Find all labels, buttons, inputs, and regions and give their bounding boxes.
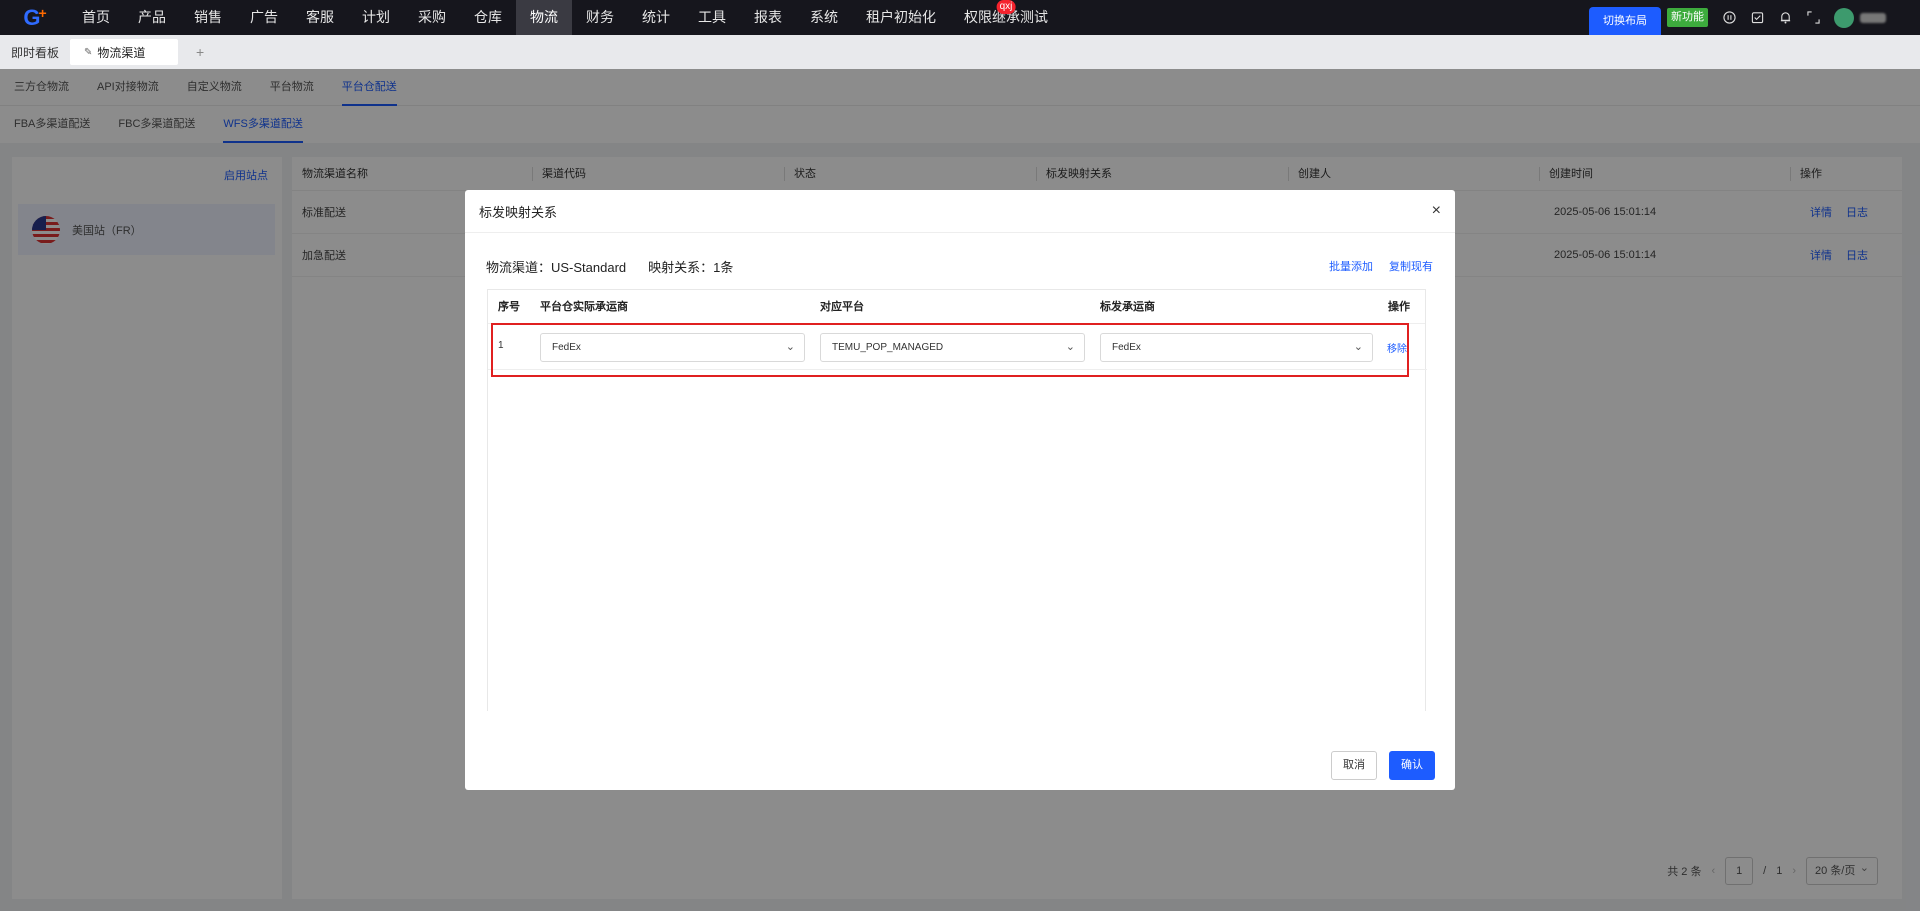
nav-item[interactable]: 物流	[516, 0, 572, 35]
nav-item-label: 产品	[138, 9, 166, 25]
modal-footer: 取消 确认	[1331, 751, 1435, 780]
new-feature-button[interactable]: 新功能	[1667, 8, 1708, 27]
nav-item[interactable]: 仓库	[460, 0, 516, 35]
top-nav: G+ 首页 产品 销售 广告 客服 计划 采购 仓库 物流 财务 统计 工具 报表 系统 租户初始化 权限继承…	[0, 0, 1920, 35]
copy-existing-link[interactable]: 复制现有	[1389, 258, 1433, 274]
pin-icon[interactable]: ✎	[84, 47, 92, 58]
nav-item-label: 采购	[418, 9, 446, 25]
nav-item-label: 客服	[306, 9, 334, 25]
nav-item[interactable]: 销售	[180, 0, 236, 35]
nav-item-label: 报表	[754, 9, 782, 25]
nav-item[interactable]: 工具	[684, 0, 740, 35]
close-icon[interactable]: ×	[1432, 202, 1441, 220]
switch-layout-button[interactable]: 切换布局	[1589, 7, 1661, 35]
task-icon[interactable]	[1750, 11, 1764, 25]
nav-item-label: 财务	[586, 9, 614, 25]
nav-item-label: 广告	[250, 9, 278, 25]
mapping-table-header: 序号 平台仓实际承运商 对应平台 标发承运商 操作	[488, 290, 1425, 324]
channel-label: 物流渠道：US-Standard	[486, 260, 627, 275]
add-tab-button[interactable]: +	[196, 44, 204, 60]
tab-dashboard[interactable]: 即时看板	[0, 44, 70, 61]
nav-item[interactable]: 租户初始化	[852, 0, 950, 35]
col-header-operation: 操作	[1388, 301, 1410, 313]
nav-item[interactable]: 报表	[740, 0, 796, 35]
fullscreen-icon[interactable]	[1806, 11, 1820, 25]
nav-item-label: 统计	[642, 9, 670, 25]
logo-text: G	[23, 4, 40, 30]
tab-logistics-channel[interactable]: ✎ 物流渠道	[70, 39, 179, 65]
nav-item[interactable]: 产品	[124, 0, 180, 35]
nav-item-label: 销售	[194, 9, 222, 25]
nav-item-label: 计划	[362, 9, 390, 25]
highlight-box	[491, 323, 1409, 377]
nav-item[interactable]: 首页	[68, 0, 124, 35]
batch-add-link[interactable]: 批量添加	[1329, 258, 1373, 274]
modal-header: 标发映射关系 ×	[465, 190, 1455, 233]
mapping-count: 映射关系：1条	[648, 260, 734, 275]
logo-plus: +	[38, 4, 46, 21]
col-header-ship-carrier: 标发承运商	[1100, 301, 1155, 313]
nav-item[interactable]: 广告	[236, 0, 292, 35]
nav-item[interactable]: 客服	[292, 0, 348, 35]
top-right-tools: 切换布局 新功能	[1589, 0, 1920, 35]
nav-item-label: 首页	[82, 9, 110, 25]
mapping-modal: 标发映射关系 × 物流渠道：US-Standard 映射关系：1条 批量添加 复…	[465, 190, 1455, 790]
nav-item-label: 物流	[530, 9, 558, 25]
nav-item-label: 工具	[698, 9, 726, 25]
main-menu: 首页 产品 销售 广告 客服 计划 采购 仓库 物流 财务 统计 工具 报表 系统 租户初始化 权限继承测试 q…	[68, 0, 1062, 35]
bell-icon[interactable]	[1778, 11, 1792, 25]
modal-title: 标发映射关系	[479, 204, 558, 220]
user-name-blurred[interactable]	[1860, 12, 1886, 23]
page-tabs-bar: 即时看板 ✎ 物流渠道 +	[0, 35, 1920, 69]
nav-item-label: 仓库	[474, 9, 502, 25]
user-badge: qxj	[996, 0, 1016, 14]
confirm-button[interactable]: 确认	[1389, 751, 1435, 780]
col-header-actual-carrier: 平台仓实际承运商	[540, 301, 628, 313]
col-header-index: 序号	[498, 301, 520, 313]
cancel-button[interactable]: 取消	[1331, 751, 1377, 780]
nav-item[interactable]: 采购	[404, 0, 460, 35]
tab-logistics-channel-label: 物流渠道	[97, 45, 146, 60]
nav-item[interactable]: 计划	[348, 0, 404, 35]
col-header-platform: 对应平台	[820, 301, 864, 313]
app-logo[interactable]: G+	[0, 0, 68, 35]
nav-item[interactable]: 统计	[628, 0, 684, 35]
info-icon[interactable]	[1722, 11, 1736, 25]
modal-info: 物流渠道：US-Standard 映射关系：1条	[486, 257, 733, 276]
nav-item[interactable]: 权限继承测试 qxj	[950, 0, 1062, 35]
nav-item[interactable]: 系统	[796, 0, 852, 35]
nav-item[interactable]: 财务	[572, 0, 628, 35]
nav-item-label: 系统	[810, 9, 838, 25]
nav-item-label: 租户初始化	[866, 9, 936, 25]
modal-actions: 批量添加 复制现有	[1329, 258, 1433, 274]
avatar[interactable]	[1834, 7, 1854, 28]
